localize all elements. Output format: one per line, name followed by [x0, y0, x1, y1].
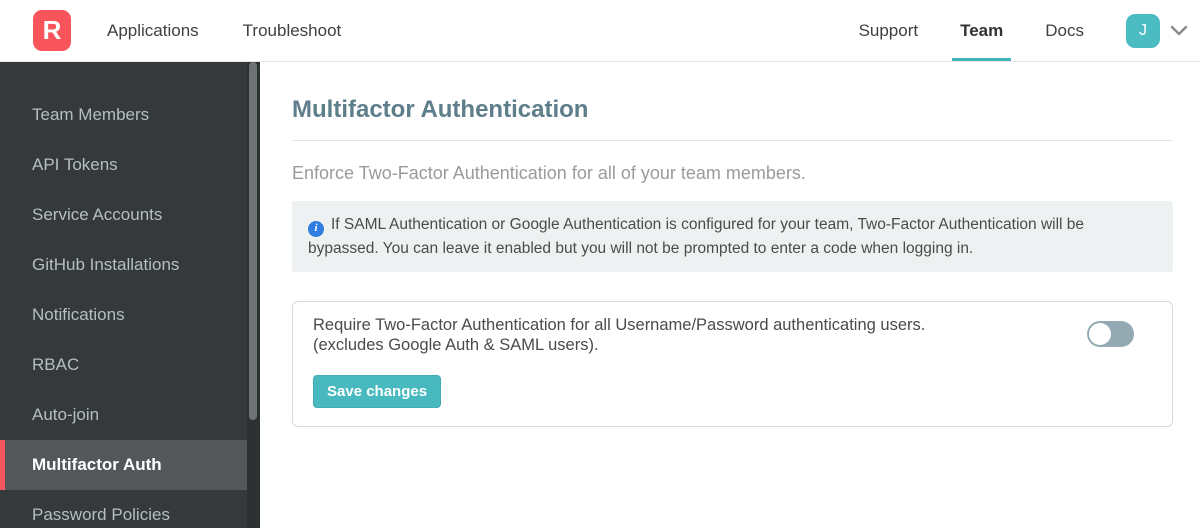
setting-label-line1: Require Two-Factor Authentication for al…	[313, 315, 926, 334]
sidebar-item-auto-join[interactable]: Auto-join	[0, 390, 260, 440]
save-changes-button[interactable]: Save changes	[313, 374, 442, 408]
nav-team[interactable]: Team	[952, 0, 1012, 61]
two-factor-toggle[interactable]	[1087, 320, 1134, 347]
rollbar-logo-icon[interactable]: R	[33, 10, 71, 51]
title-divider	[292, 140, 1173, 141]
nav-support[interactable]: Support	[859, 0, 919, 61]
sidebar-item-password-policies[interactable]: Password Policies	[0, 490, 260, 528]
sidebar-item-team-members[interactable]: Team Members	[0, 90, 260, 140]
settings-sidebar: Team Members API Tokens Service Accounts…	[0, 62, 260, 528]
nav-docs[interactable]: Docs	[1045, 0, 1084, 61]
primary-nav: Applications Troubleshoot	[107, 0, 385, 61]
two-factor-setting-card: Require Two-Factor Authentication for al…	[292, 300, 1173, 427]
sidebar-scrollbar-thumb[interactable]	[249, 62, 257, 420]
sidebar-item-api-tokens[interactable]: API Tokens	[0, 140, 260, 190]
top-navbar: R Applications Troubleshoot Support Team…	[0, 0, 1200, 62]
nav-applications[interactable]: Applications	[107, 0, 199, 61]
sidebar-item-notifications[interactable]: Notifications	[0, 290, 260, 340]
sidebar-item-rbac[interactable]: RBAC	[0, 340, 260, 390]
secondary-nav: Support Team Docs J	[859, 0, 1188, 61]
info-banner-text: If SAML Authentication or Google Authent…	[308, 216, 1085, 257]
toggle-knob	[1089, 322, 1111, 345]
setting-label: Require Two-Factor Authentication for al…	[313, 315, 925, 355]
page-title: Multifactor Authentication	[292, 96, 589, 123]
sidebar-item-service-accounts[interactable]: Service Accounts	[0, 190, 260, 240]
nav-troubleshoot[interactable]: Troubleshoot	[243, 0, 342, 61]
sidebar-scrollbar-track[interactable]	[247, 62, 260, 528]
sidebar-item-multifactor-auth[interactable]: Multifactor Auth	[0, 440, 260, 490]
sidebar-item-github-installations[interactable]: GitHub Installations	[0, 240, 260, 290]
page-subtitle: Enforce Two-Factor Authentication for al…	[292, 163, 806, 183]
main-content: Multifactor Authentication Enforce Two-F…	[260, 62, 1200, 427]
chevron-down-icon[interactable]	[1170, 25, 1188, 37]
setting-label-line2: (excludes Google Auth & SAML users).	[313, 335, 599, 354]
info-icon: i	[308, 220, 324, 237]
info-banner: i If SAML Authentication or Google Authen…	[292, 201, 1173, 272]
avatar[interactable]: J	[1126, 13, 1160, 48]
